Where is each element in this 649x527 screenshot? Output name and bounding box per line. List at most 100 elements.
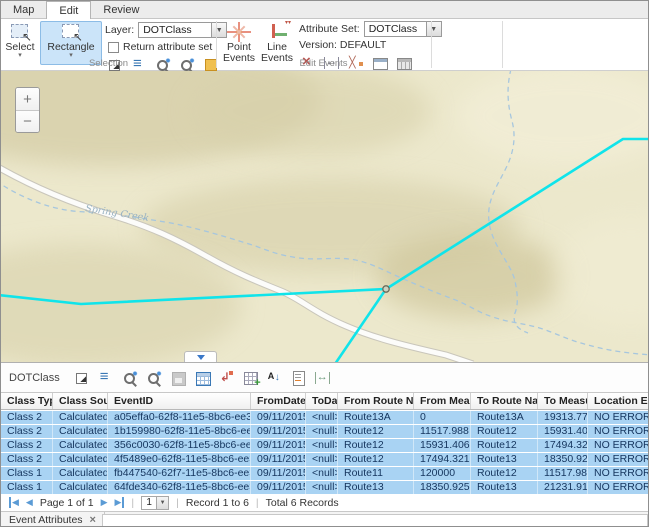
form-view-icon[interactable] bbox=[290, 370, 307, 386]
table-cell[interactable]: Route12 bbox=[338, 439, 414, 452]
chevron-down-icon[interactable]: ▼ bbox=[156, 497, 168, 509]
zoom-in-button[interactable]: + bbox=[16, 88, 39, 110]
table-row[interactable]: Class 1Calculated64fde340-62f8-11e5-8bc6… bbox=[1, 481, 649, 495]
table-cell[interactable]: NO ERROR bbox=[588, 467, 649, 480]
show-all-records-icon[interactable] bbox=[98, 370, 115, 386]
first-page-button[interactable]: ◀ bbox=[9, 497, 19, 508]
table-cell[interactable]: Calculated bbox=[53, 411, 108, 424]
tab-review[interactable]: Review bbox=[91, 1, 151, 18]
table-cell[interactable]: 17494.321 bbox=[538, 439, 588, 452]
remove-record-icon[interactable] bbox=[218, 370, 235, 386]
table-cell[interactable]: Route13 bbox=[338, 481, 414, 494]
table-cell[interactable]: Route13A bbox=[471, 411, 538, 424]
table-cell[interactable]: 09/11/2015 bbox=[251, 453, 306, 466]
table-cell[interactable]: 09/11/2015 bbox=[251, 467, 306, 480]
previous-page-button[interactable]: ◀ bbox=[26, 497, 33, 508]
table-cell[interactable]: 21231.919 bbox=[538, 481, 588, 494]
column-header[interactable]: To Measure bbox=[538, 393, 588, 409]
table-row[interactable]: Class 2Calculated1b159980-62f8-11e5-8bc6… bbox=[1, 425, 649, 439]
table-row[interactable]: Class 1Calculatedfb447540-62f7-11e5-8bc6… bbox=[1, 467, 649, 481]
table-cell[interactable]: 17494.321 bbox=[414, 453, 471, 466]
table-cell[interactable]: Calculated bbox=[53, 439, 108, 452]
return-attribute-set-checkbox[interactable] bbox=[108, 42, 119, 53]
column-header[interactable]: From Route Name bbox=[338, 393, 414, 409]
table-cell[interactable]: 11517.988 bbox=[538, 467, 588, 480]
close-icon[interactable]: × bbox=[90, 515, 96, 525]
table-cell[interactable]: NO ERROR bbox=[588, 411, 649, 424]
column-header[interactable]: FromDate bbox=[251, 393, 306, 409]
table-cell[interactable]: 09/11/2015 bbox=[251, 481, 306, 494]
table-cell[interactable]: 15931.406 bbox=[414, 439, 471, 452]
column-header[interactable]: Class Type bbox=[1, 393, 53, 409]
table-cell[interactable]: 0 bbox=[414, 411, 471, 424]
route-junction-marker[interactable] bbox=[383, 286, 389, 292]
table-cell[interactable]: 15931.406 bbox=[538, 425, 588, 438]
table-cell[interactable]: NO ERROR bbox=[588, 439, 649, 452]
table-row[interactable]: Class 2Calculateda05effa0-62f8-11e5-8bc6… bbox=[1, 411, 649, 425]
table-cell[interactable]: Class 2 bbox=[1, 411, 53, 424]
save-records-icon[interactable] bbox=[170, 370, 187, 386]
collapse-fields-icon[interactable] bbox=[314, 370, 331, 386]
table-cell[interactable]: 4f5489e0-62f8-11e5-8bc6-ee32641d5ec9 bbox=[108, 453, 251, 466]
sort-records-icon[interactable] bbox=[266, 370, 283, 386]
page-select-dropdown[interactable]: 1 ▼ bbox=[141, 496, 169, 510]
select-records-icon[interactable] bbox=[74, 370, 91, 386]
table-cell[interactable]: Class 2 bbox=[1, 453, 53, 466]
table-row[interactable]: Class 2Calculated356c0030-62f8-11e5-8bc6… bbox=[1, 439, 649, 453]
table-cell[interactable]: 18350.925 bbox=[414, 481, 471, 494]
table-row[interactable]: Class 2Calculated4f5489e0-62f8-11e5-8bc6… bbox=[1, 453, 649, 467]
table-cell[interactable]: Class 2 bbox=[1, 425, 53, 438]
table-cell[interactable]: <null> bbox=[306, 411, 338, 424]
table-cell[interactable]: Calculated bbox=[53, 453, 108, 466]
table-cell[interactable]: Class 1 bbox=[1, 481, 53, 494]
table-cell[interactable]: 09/11/2015 bbox=[251, 411, 306, 424]
attribute-set-combobox[interactable]: DOTClass ▼ bbox=[364, 21, 442, 37]
column-header[interactable]: ToDate bbox=[306, 393, 338, 409]
table-cell[interactable]: Route12 bbox=[338, 425, 414, 438]
tab-map[interactable]: Map bbox=[1, 1, 46, 18]
table-cell[interactable]: Route13 bbox=[471, 453, 538, 466]
table-cell[interactable]: Calculated bbox=[53, 481, 108, 494]
tab-event-attributes[interactable]: Event Attributes × bbox=[1, 512, 105, 527]
next-page-button[interactable]: ▶ bbox=[101, 497, 108, 508]
tab-edit[interactable]: Edit bbox=[46, 1, 91, 19]
table-cell[interactable]: Route12 bbox=[471, 425, 538, 438]
pan-to-record-icon[interactable] bbox=[146, 370, 163, 386]
table-cell[interactable]: 11517.988 bbox=[414, 425, 471, 438]
table-cell[interactable]: Route13 bbox=[471, 481, 538, 494]
column-header[interactable]: From Measure bbox=[414, 393, 471, 409]
table-cell[interactable]: <null> bbox=[306, 453, 338, 466]
last-page-button[interactable]: ▶ bbox=[114, 497, 124, 508]
table-cell[interactable]: 19313.774 bbox=[538, 411, 588, 424]
table-cell[interactable]: Route12 bbox=[471, 467, 538, 480]
zoom-out-button[interactable]: − bbox=[16, 110, 39, 132]
column-header[interactable]: Location Error bbox=[588, 393, 649, 409]
table-cell[interactable]: <null> bbox=[306, 481, 338, 494]
table-cell[interactable]: 356c0030-62f8-11e5-8bc6-ee32641d5ec9 bbox=[108, 439, 251, 452]
column-header[interactable]: EventID bbox=[108, 393, 251, 409]
table-cell[interactable]: Route11 bbox=[338, 467, 414, 480]
table-cell[interactable]: NO ERROR bbox=[588, 481, 649, 494]
table-cell[interactable]: Route12 bbox=[471, 439, 538, 452]
table-cell[interactable]: Class 1 bbox=[1, 467, 53, 480]
table-cell[interactable]: Calculated bbox=[53, 425, 108, 438]
table-cell[interactable]: 64fde340-62f8-11e5-8bc6-ee32641d5ec9 bbox=[108, 481, 251, 494]
table-cell[interactable]: NO ERROR bbox=[588, 425, 649, 438]
table-cell[interactable]: <null> bbox=[306, 425, 338, 438]
map-canvas[interactable]: Spring Creek + − bbox=[1, 71, 649, 362]
table-cell[interactable]: Route12 bbox=[338, 453, 414, 466]
panel-collapse-button[interactable] bbox=[184, 351, 217, 362]
table-cell[interactable]: <null> bbox=[306, 439, 338, 452]
table-cell[interactable]: <null> bbox=[306, 467, 338, 480]
column-header[interactable]: Class Source bbox=[53, 393, 108, 409]
table-cell[interactable]: 1b159980-62f8-11e5-8bc6-ee32641d5ec9 bbox=[108, 425, 251, 438]
table-cell[interactable]: 18350.925 bbox=[538, 453, 588, 466]
table-cell[interactable]: Calculated bbox=[53, 467, 108, 480]
table-cell[interactable]: Route13A bbox=[338, 411, 414, 424]
table-cell[interactable]: 09/11/2015 bbox=[251, 425, 306, 438]
table-cell[interactable]: NO ERROR bbox=[588, 453, 649, 466]
table-cell[interactable]: fb447540-62f7-11e5-8bc6-ee32641d5ec9 bbox=[108, 467, 251, 480]
append-records-icon[interactable] bbox=[242, 370, 259, 386]
open-table-icon[interactable] bbox=[194, 370, 211, 386]
zoom-to-record-icon[interactable] bbox=[122, 370, 139, 386]
